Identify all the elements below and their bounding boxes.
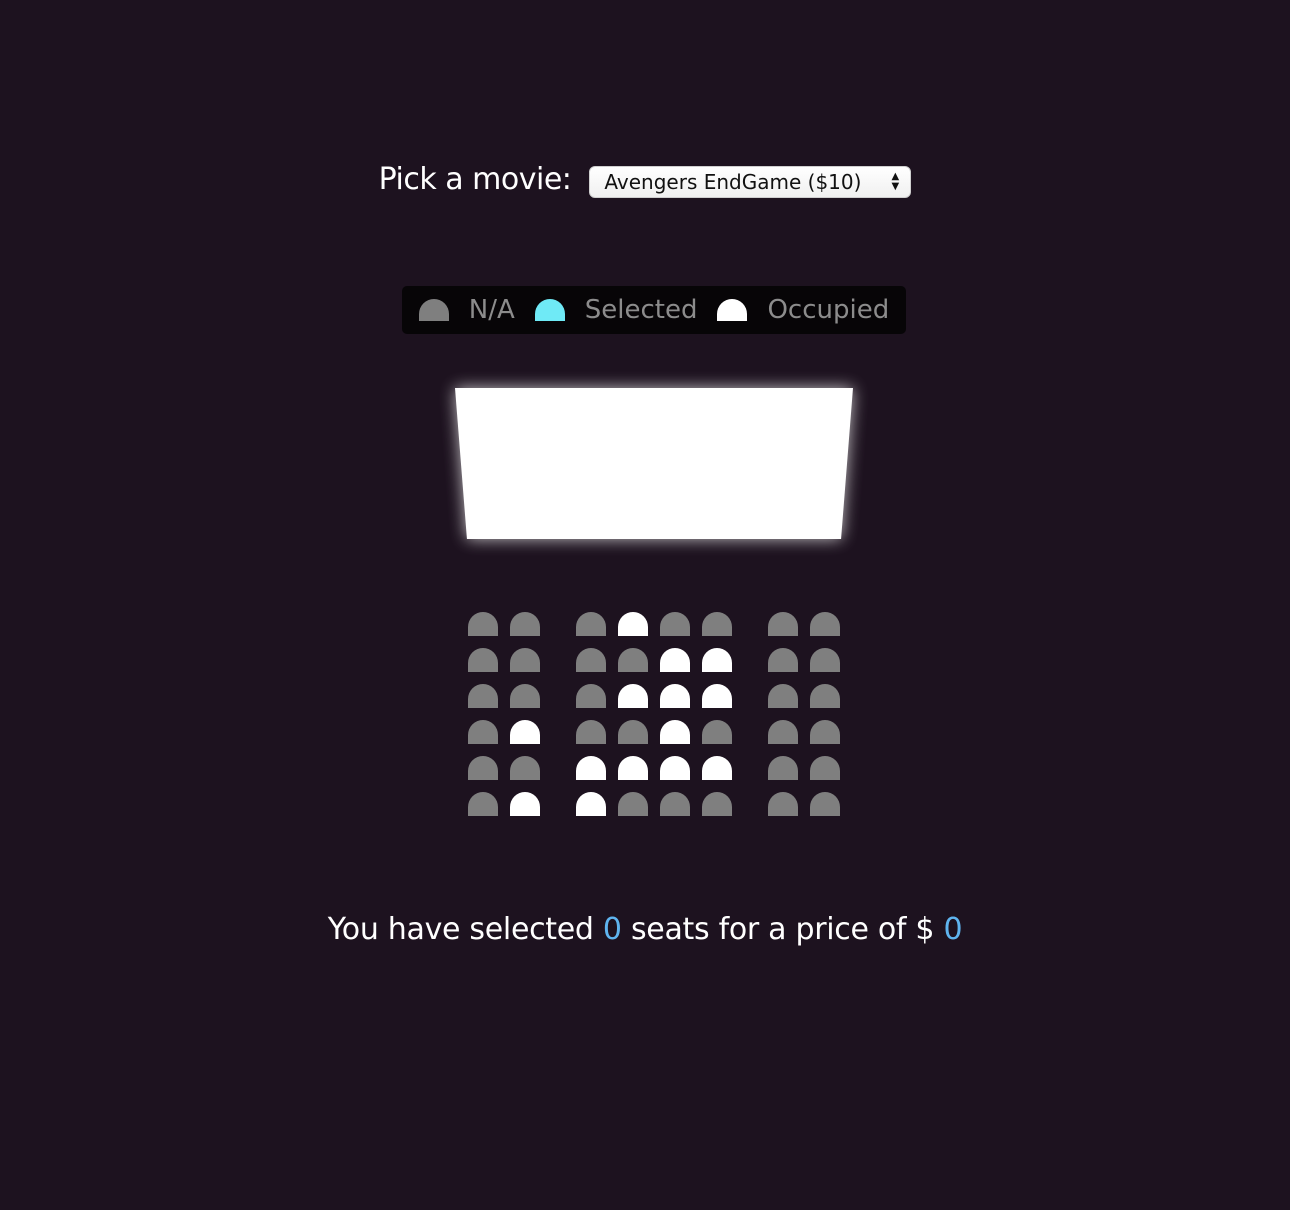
seat: [576, 756, 606, 780]
legend-label: Selected: [584, 295, 698, 325]
seat: [660, 720, 690, 744]
seat[interactable]: [468, 684, 498, 708]
total-price: 0: [943, 912, 963, 947]
movie-picker: Pick a movie: Avengers EndGame ($10) ▲ ▼: [0, 160, 1290, 198]
seat[interactable]: [768, 720, 798, 744]
seat[interactable]: [768, 792, 798, 816]
seat[interactable]: [810, 648, 840, 672]
seat[interactable]: [510, 756, 540, 780]
seat[interactable]: [468, 648, 498, 672]
seat[interactable]: [510, 612, 540, 636]
seat[interactable]: [468, 792, 498, 816]
seat: [618, 684, 648, 708]
seat-row: [468, 720, 852, 744]
seat: [702, 756, 732, 780]
select-arrows-icon: ▲ ▼: [891, 171, 900, 192]
seat-row: [468, 756, 852, 780]
seat[interactable]: [810, 684, 840, 708]
summary-prefix: You have selected: [327, 912, 594, 947]
seat[interactable]: [768, 648, 798, 672]
seat[interactable]: [618, 792, 648, 816]
seat: [510, 720, 540, 744]
seat-row: [468, 612, 852, 636]
seat-legend: N/A Selected Occupied: [402, 286, 906, 334]
seat: [660, 684, 690, 708]
seat[interactable]: [576, 612, 606, 636]
seat[interactable]: [768, 684, 798, 708]
seat-row: [468, 792, 852, 816]
seating-grid: [468, 612, 852, 828]
seat[interactable]: [618, 720, 648, 744]
seat: [618, 612, 648, 636]
seat[interactable]: [768, 756, 798, 780]
seat-na-icon: [418, 299, 449, 321]
selected-count: 0: [602, 912, 622, 947]
seat: [702, 684, 732, 708]
seat[interactable]: [810, 720, 840, 744]
seat: [510, 792, 540, 816]
movie-label: Pick a movie:: [378, 161, 572, 197]
seat: [660, 648, 690, 672]
seat[interactable]: [702, 720, 732, 744]
seat: [660, 756, 690, 780]
seat[interactable]: [618, 648, 648, 672]
movie-select-value: Avengers EndGame ($10): [604, 170, 862, 194]
seat[interactable]: [702, 792, 732, 816]
seat-row: [468, 648, 852, 672]
seat[interactable]: [468, 756, 498, 780]
seat[interactable]: [660, 792, 690, 816]
seat-row: [468, 684, 852, 708]
legend-label: N/A: [468, 295, 515, 325]
seat[interactable]: [468, 720, 498, 744]
seat[interactable]: [510, 648, 540, 672]
seat[interactable]: [768, 612, 798, 636]
seat[interactable]: [468, 612, 498, 636]
seat: [576, 792, 606, 816]
seat[interactable]: [576, 648, 606, 672]
seat[interactable]: [510, 684, 540, 708]
legend-item-na: N/A: [418, 295, 515, 325]
seat[interactable]: [810, 612, 840, 636]
selection-summary: You have selected 0 seats for a price of…: [0, 912, 1290, 947]
seat: [618, 756, 648, 780]
movie-select[interactable]: Avengers EndGame ($10) ▲ ▼: [589, 166, 912, 198]
seat[interactable]: [810, 792, 840, 816]
seat[interactable]: [660, 612, 690, 636]
seat: [702, 648, 732, 672]
seat-occupied-icon: [717, 299, 748, 321]
seat[interactable]: [576, 720, 606, 744]
legend-item-occupied: Occupied: [717, 295, 889, 325]
seat[interactable]: [810, 756, 840, 780]
legend-item-selected: Selected: [534, 295, 698, 325]
seat[interactable]: [702, 612, 732, 636]
legend-label: Occupied: [767, 295, 890, 325]
seat-selected-icon: [534, 299, 565, 321]
seat[interactable]: [576, 684, 606, 708]
summary-middle: seats for a price of $: [630, 912, 935, 947]
cinema-screen: [455, 388, 853, 539]
